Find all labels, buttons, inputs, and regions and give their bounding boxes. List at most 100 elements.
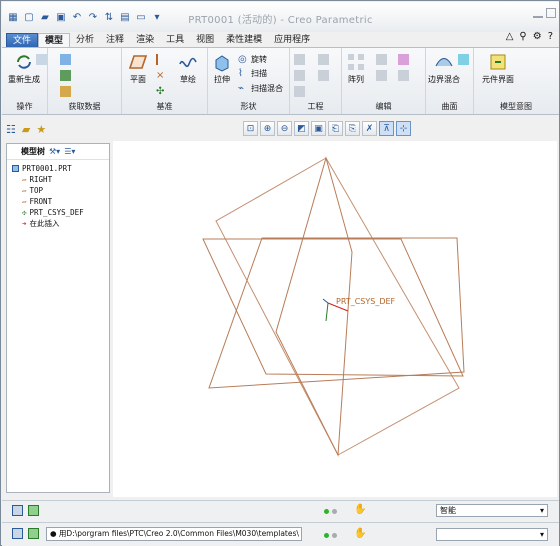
shrinkwrap-icon[interactable] xyxy=(60,86,71,97)
group-get-data: 获取数据 xyxy=(48,48,122,114)
view-manager-icon[interactable]: ⎘ xyxy=(345,121,360,136)
tree-item-top[interactable]: ▱ TOP xyxy=(12,185,109,196)
model-tree-title: 模型树 xyxy=(21,147,45,156)
navigator-toggle-icon[interactable] xyxy=(12,505,23,516)
boundary-blend-button[interactable]: 边界混合 xyxy=(428,52,460,85)
selection-filter-icon[interactable]: ✋ xyxy=(354,528,366,539)
revolve-button[interactable]: ◎ 旋转 xyxy=(238,54,267,65)
extrude-icon xyxy=(215,55,229,72)
copy-icon[interactable] xyxy=(36,54,47,65)
datum-plane-icon: ▱ xyxy=(22,186,27,195)
settings-icon[interactable]: ⚙ xyxy=(533,31,542,42)
fill-icon[interactable] xyxy=(458,54,469,65)
merge-icon[interactable] xyxy=(376,70,387,81)
tab-annotate[interactable]: 注释 xyxy=(100,33,130,47)
draft-icon[interactable] xyxy=(318,54,329,65)
regenerate-label: 重新生成 xyxy=(8,75,40,84)
point-icon[interactable]: × xyxy=(156,70,167,81)
minimize-icon[interactable] xyxy=(533,8,543,18)
extrude-button[interactable]: 拉伸 xyxy=(212,52,232,85)
tree-item-right[interactable]: ▱ RIGHT xyxy=(12,174,109,185)
offset-icon[interactable] xyxy=(398,70,409,81)
regen-status-indicator xyxy=(324,507,337,517)
graphics-area[interactable]: PRT_CSYS_DEF xyxy=(113,141,557,497)
swept-blend-button[interactable]: ⌁ 扫描混合 xyxy=(238,83,283,94)
sweep-button[interactable]: ⌇ 扫描 xyxy=(238,68,267,79)
folder-browser-tab-icon[interactable]: ▰ xyxy=(22,123,30,136)
tab-view[interactable]: 视图 xyxy=(190,33,220,47)
group-surfaces-label: 曲面 xyxy=(441,102,458,111)
title-bar: ▦ ▢ ▰ ▣ ↶ ↷ ⇅ ▤ ▭ ▾ PRT0001 (活动的) - Creo… xyxy=(2,2,559,32)
help-icon[interactable]: ? xyxy=(548,31,553,42)
favorites-tab-icon[interactable]: ★ xyxy=(36,123,46,136)
group-model-intent-label: 模型意图 xyxy=(500,102,532,111)
chamfer-icon[interactable] xyxy=(294,86,305,97)
component-interface-button[interactable]: 元件界面 xyxy=(482,52,514,85)
plane-button[interactable]: 平面 xyxy=(128,52,148,85)
tab-model[interactable]: 模型 xyxy=(38,33,71,47)
help-icons: △ ⚲ ⚙ ? xyxy=(506,31,553,42)
tree-item-label: 在此插入 xyxy=(29,219,60,228)
shell-icon[interactable] xyxy=(318,70,329,81)
model-tree-tab-icon[interactable]: ☷ xyxy=(6,123,16,136)
tab-file[interactable]: 文件 xyxy=(6,33,39,47)
tree-item-label: PRT0001.PRT xyxy=(22,164,72,173)
navigator-tabs: ☷ ▰ ★ xyxy=(6,123,46,136)
zoom-out-icon[interactable]: ⊖ xyxy=(277,121,292,136)
tab-applications[interactable]: 应用程序 xyxy=(268,33,316,47)
tree-settings-icon[interactable]: ⚒▾ xyxy=(49,147,60,156)
tree-item-root[interactable]: PRT0001.PRT xyxy=(12,163,109,174)
extrude-label: 拉伸 xyxy=(214,75,230,84)
selection-filter-icon[interactable]: ✋ xyxy=(354,504,366,515)
display-style-icon[interactable]: ▣ xyxy=(311,121,326,136)
datum-plane-front xyxy=(208,237,465,389)
trim-icon[interactable] xyxy=(398,54,409,65)
tree-item-csys[interactable]: ✣ PRT_CSYS_DEF xyxy=(12,207,109,218)
user-defined-feature-icon[interactable] xyxy=(60,54,71,65)
window-controls xyxy=(533,8,556,18)
saved-orientations-icon[interactable]: ⎗ xyxy=(328,121,343,136)
repaint-icon[interactable]: ◩ xyxy=(294,121,309,136)
mirror-icon[interactable] xyxy=(376,54,387,65)
browser-toggle-icon[interactable] xyxy=(28,505,39,516)
copy-geometry-icon[interactable] xyxy=(60,70,71,81)
sketch-button[interactable]: 草绘 xyxy=(178,52,198,85)
zoom-in-icon[interactable]: ⊕ xyxy=(260,121,275,136)
navigator-toggle-icon[interactable] xyxy=(12,528,23,539)
pattern-button[interactable]: 阵列 xyxy=(346,52,366,85)
spin-center-icon[interactable]: ⊹ xyxy=(396,121,411,136)
ribbon: 重新生成 操作 获取数据 平面 × ✣ 草绘 基准 拉伸 ◎ 旋转 ⌇ 扫描 ⌁… xyxy=(2,47,559,115)
tree-item-front[interactable]: ▱ FRONT xyxy=(12,196,109,207)
datum-plane-right xyxy=(275,156,353,457)
tab-flexible-modeling[interactable]: 柔性建模 xyxy=(220,33,268,47)
ribbon-tabs: 文件 模型 分析 注释 渲染 工具 视图 柔性建模 应用程序 △ ⚲ ⚙ ? xyxy=(2,31,559,47)
refit-icon[interactable]: ⊡ xyxy=(243,121,258,136)
maximize-icon[interactable] xyxy=(546,8,556,18)
group-get-data-label: 获取数据 xyxy=(68,102,101,111)
selection-filter-dropdown[interactable]: 智能 ▾ xyxy=(436,504,548,517)
tab-analysis[interactable]: 分析 xyxy=(70,33,100,47)
tab-render[interactable]: 渲染 xyxy=(130,33,160,47)
group-engineering-label: 工程 xyxy=(307,102,324,111)
tree-item-insert-here[interactable]: ➔ 在此插入 xyxy=(12,218,109,229)
datum-display-icon[interactable]: ✗ xyxy=(362,121,377,136)
tree-columns-icon[interactable]: ☰▾ xyxy=(64,147,75,156)
selection-filter-dropdown-secondary[interactable]: ▾ xyxy=(436,528,548,541)
application-window: ▦ ▢ ▰ ▣ ↶ ↷ ⇅ ▤ ▭ ▾ PRT0001 (活动的) - Creo… xyxy=(0,0,560,546)
hole-icon[interactable] xyxy=(294,54,305,65)
minimize-ribbon-icon[interactable]: △ xyxy=(506,31,514,42)
csys-icon[interactable]: ✣ xyxy=(156,86,167,97)
pattern-label: 阵列 xyxy=(348,75,364,84)
search-icon[interactable]: ⚲ xyxy=(519,31,526,42)
boundary-blend-icon xyxy=(435,58,453,67)
group-operations: 重新生成 操作 xyxy=(2,48,48,114)
component-interface-icon xyxy=(490,54,506,70)
datum-plane-icon: ▱ xyxy=(22,175,27,184)
browser-toggle-icon[interactable] xyxy=(28,528,39,539)
boundary-blend-label: 边界混合 xyxy=(428,75,460,84)
round-icon[interactable] xyxy=(294,70,305,81)
axis-icon[interactable] xyxy=(156,54,167,65)
annotation-display-icon[interactable]: ⊼ xyxy=(379,121,394,136)
datum-plane-icon: ▱ xyxy=(22,197,27,206)
tab-tools[interactable]: 工具 xyxy=(160,33,190,47)
